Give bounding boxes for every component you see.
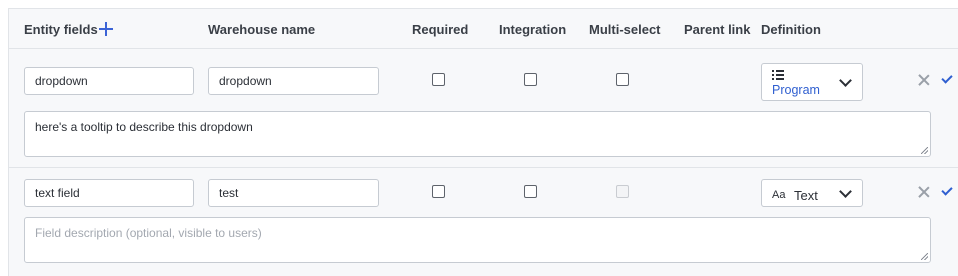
required-checkbox[interactable] — [432, 73, 445, 86]
description-field-wrap: here's a tooltip to describe this dropdo… — [24, 111, 931, 157]
check-icon[interactable] — [941, 184, 953, 196]
resize-handle-icon[interactable] — [921, 147, 928, 154]
integration-checkbox[interactable] — [524, 73, 537, 86]
table-header: Entity fields Warehouse name Required In… — [9, 9, 958, 49]
integration-checkbox[interactable] — [524, 185, 537, 198]
resize-handle-icon[interactable] — [921, 253, 928, 260]
header-parent-link: Parent link — [684, 22, 751, 37]
description-field-wrap — [24, 217, 931, 263]
header-integration: Integration — [499, 22, 567, 37]
multi-select-checkbox-disabled — [616, 185, 629, 198]
text-type-icon: Aa — [772, 189, 786, 201]
close-icon[interactable] — [917, 73, 931, 87]
entity-field-input[interactable] — [24, 179, 194, 207]
multi-select-checkbox[interactable] — [616, 73, 629, 86]
header-warehouse-name: Warehouse name — [208, 22, 316, 37]
warehouse-name-input[interactable] — [208, 179, 379, 207]
table-row: Program here's a tooltip to describe thi… — [9, 50, 958, 168]
entity-field-input[interactable] — [24, 67, 194, 95]
definition-select[interactable]: Aa Text — [761, 179, 863, 207]
description-textarea[interactable]: here's a tooltip to describe this dropdo… — [24, 111, 931, 157]
header-multi-select: Multi-select — [589, 22, 661, 37]
chevron-down-icon — [839, 74, 852, 87]
definition-value: Program — [772, 83, 820, 97]
table-row: Aa Text — [9, 169, 958, 276]
add-field-plus-icon[interactable] — [99, 19, 113, 37]
header-definition: Definition — [761, 22, 821, 37]
warehouse-name-input[interactable] — [208, 67, 379, 95]
required-checkbox[interactable] — [432, 185, 445, 198]
header-entity-fields: Entity fields — [24, 22, 98, 37]
chevron-down-icon — [839, 185, 852, 198]
description-textarea[interactable] — [24, 217, 931, 263]
entity-fields-table: Entity fields Warehouse name Required In… — [8, 8, 958, 276]
definition-select[interactable]: Program — [761, 63, 863, 101]
list-icon — [772, 70, 784, 80]
check-icon[interactable] — [941, 72, 953, 84]
header-required: Required — [412, 22, 469, 37]
close-icon[interactable] — [917, 185, 931, 199]
definition-value: Text — [794, 188, 818, 203]
